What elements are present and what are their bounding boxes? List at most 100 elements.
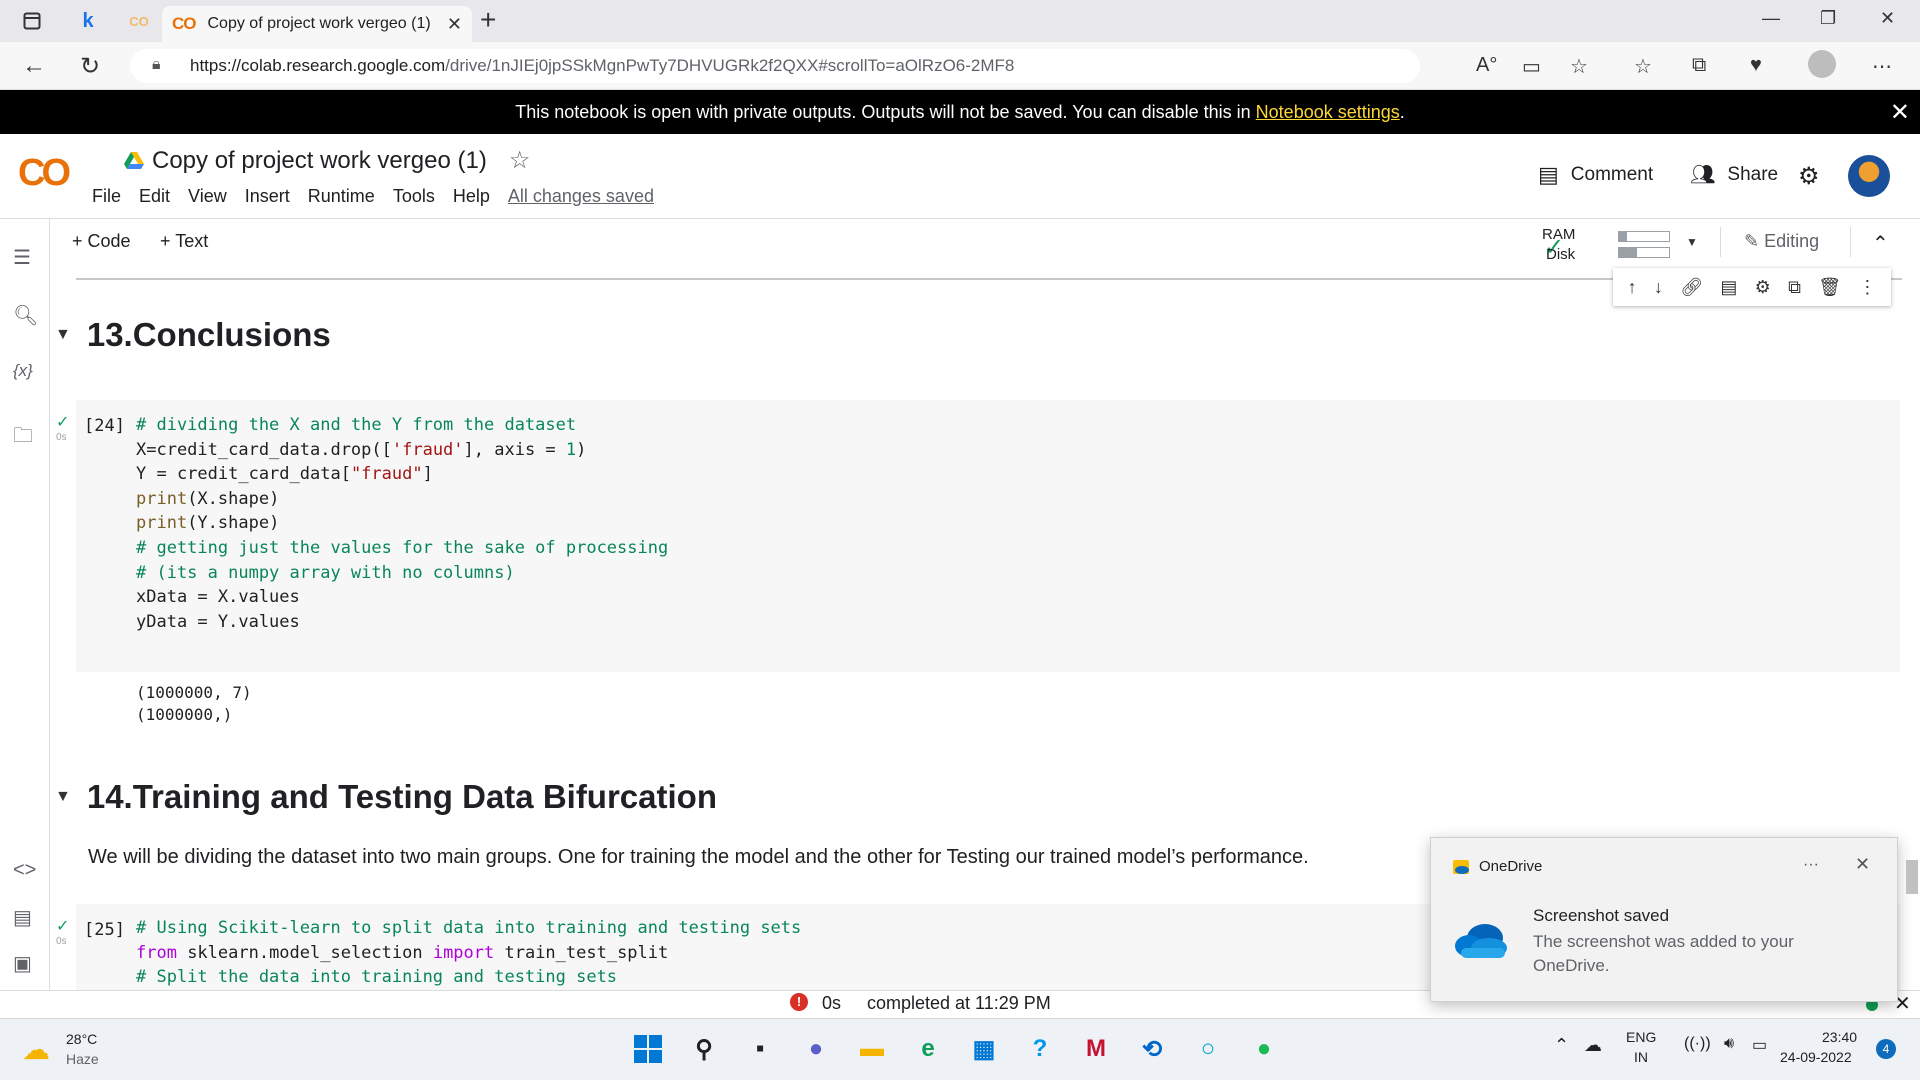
clock-date[interactable]: 24-09-2022 [1780, 1049, 1852, 1065]
more-options-icon[interactable]: ⋮ [1858, 277, 1876, 298]
immersive-reader-icon[interactable]: ▭ [1522, 54, 1541, 79]
menu-tools[interactable]: Tools [393, 186, 435, 207]
onedrive-tray-icon[interactable]: ☁ [1584, 1035, 1602, 1056]
pinned-tab-colab[interactable]: CO [124, 6, 154, 36]
microsoft-store-icon[interactable]: ▦ [966, 1031, 1002, 1067]
editing-mode-button[interactable]: ✎ Editing [1744, 231, 1819, 252]
weather-haze-icon[interactable]: ☁ [22, 1033, 50, 1066]
browser-essentials-icon[interactable]: ♥ [1750, 54, 1762, 77]
notebook-title[interactable]: Copy of project work vergeo (1) ☆ [124, 146, 530, 175]
file-explorer-icon[interactable]: ▬ [854, 1031, 890, 1067]
restore-icon[interactable]: ❐ [1820, 8, 1836, 29]
menu-runtime[interactable]: Runtime [308, 186, 375, 207]
search-taskbar-icon[interactable]: ⚲ [686, 1031, 722, 1067]
tips-app-icon[interactable]: ? [1022, 1031, 1058, 1067]
files-folder-icon[interactable]: 🗀 [13, 421, 33, 455]
edge-browser-icon[interactable]: e [910, 1031, 946, 1067]
share-button[interactable]: 👥︎ Share [1690, 162, 1778, 187]
move-down-icon[interactable]: ↓ [1654, 277, 1663, 298]
link-icon[interactable]: 🔗︎ [1680, 277, 1703, 298]
move-up-icon[interactable]: ↑ [1628, 277, 1637, 298]
notebook-scrollbar-thumb[interactable] [1906, 860, 1918, 894]
variables-icon[interactable]: {x} [13, 361, 33, 381]
tab-actions-icon[interactable] [18, 6, 46, 36]
settings-gear-icon[interactable]: ⚙ [1798, 162, 1820, 191]
resource-monitor[interactable]: RAM Disk [1542, 225, 1575, 265]
notebook-settings-link[interactable]: Notebook settings [1256, 102, 1400, 123]
toast-close-icon[interactable]: ✕ [1855, 854, 1870, 875]
weather-condition[interactable]: Haze [66, 1051, 99, 1067]
window-close-icon[interactable]: ✕ [1880, 8, 1895, 29]
onedrive-notification[interactable]: OneDrive ··· ✕ Screenshot saved The scre… [1430, 837, 1898, 1002]
comment-cell-icon[interactable]: ▤ [1720, 277, 1737, 298]
cell-24-code[interactable]: # dividing the X and the Y from the data… [136, 413, 668, 634]
runtime-dropdown-icon[interactable]: ▼ [1686, 235, 1698, 249]
collapse-caret-icon[interactable]: ▼ [55, 788, 71, 806]
quick-assist-icon[interactable]: ⟲ [1134, 1031, 1170, 1067]
tab-close-icon[interactable]: ✕ [447, 14, 462, 35]
terminal-icon[interactable]: ▣ [13, 951, 32, 976]
read-aloud-icon[interactable]: A° [1476, 54, 1497, 77]
teams-chat-icon[interactable]: ● [798, 1031, 834, 1067]
url-field[interactable]: 🔒︎ https://colab.research.google.com/dri… [130, 49, 1420, 83]
battery-icon[interactable]: ▭ [1752, 1035, 1767, 1055]
menu-file[interactable]: File [92, 186, 121, 207]
cortana-app-icon[interactable]: ○ [1190, 1031, 1226, 1067]
language-code[interactable]: ENG [1626, 1029, 1656, 1045]
delete-icon[interactable]: 🗑︎ [1818, 277, 1841, 298]
mirror-cell-icon[interactable]: ⧉ [1788, 277, 1801, 298]
refresh-icon[interactable]: ↻ [80, 52, 100, 81]
volume-icon[interactable]: 🔊︎ [1724, 1035, 1734, 1053]
table-of-contents-icon[interactable]: ☰ [13, 245, 31, 270]
add-code-button[interactable]: + Code [72, 231, 131, 252]
cell-settings-icon[interactable]: ⚙ [1755, 277, 1771, 298]
run-success-check-icon[interactable]: ✓ [56, 412, 69, 432]
code-snippets-icon[interactable]: <> [13, 859, 36, 882]
task-view-icon[interactable]: ▪ [742, 1031, 778, 1067]
banner-suffix: . [1399, 101, 1405, 122]
private-outputs-banner: This notebook is open with private outpu… [0, 90, 1920, 134]
menu-edit[interactable]: Edit [139, 186, 170, 207]
new-tab-icon[interactable]: + [480, 4, 496, 36]
favorites-icon[interactable]: ☆ [1634, 54, 1652, 79]
add-text-button[interactable]: + Text [160, 231, 208, 252]
menu-view[interactable]: View [188, 186, 227, 207]
mcafee-icon[interactable]: M [1078, 1031, 1114, 1067]
user-avatar[interactable] [1848, 155, 1890, 197]
menu-help[interactable]: Help [453, 186, 490, 207]
star-icon[interactable]: ☆ [509, 146, 531, 175]
colab-logo[interactable]: CO [18, 152, 71, 195]
notification-count-badge[interactable]: 4 [1876, 1039, 1896, 1059]
windows-start-icon[interactable] [630, 1031, 666, 1067]
add-favorite-icon[interactable]: ☆ [1570, 54, 1588, 79]
more-menu-icon[interactable]: ⋯ [1872, 54, 1892, 79]
command-palette-icon[interactable]: ▤ [13, 905, 32, 930]
error-icon[interactable]: ! [790, 993, 808, 1011]
cell-25-code[interactable]: # Using Scikit-learn to split data into … [136, 916, 801, 990]
code-line: X=credit_card_data.drop(['fraud'], axis … [136, 439, 587, 460]
wifi-icon[interactable]: ((·)) [1684, 1035, 1711, 1053]
show-hidden-icons-chevron-icon[interactable]: ⌃ [1554, 1035, 1569, 1056]
active-tab[interactable]: CO Copy of project work vergeo (1) ✕ [162, 6, 472, 42]
run-success-check-icon[interactable]: ✓ [56, 916, 69, 936]
clock-time[interactable]: 23:40 [1822, 1029, 1857, 1045]
output-line: (1000000,) [136, 705, 233, 724]
spotify-icon[interactable]: ● [1246, 1031, 1282, 1067]
pinned-tab-k[interactable]: k [74, 6, 102, 36]
toast-more-icon[interactable]: ··· [1803, 856, 1819, 874]
save-status[interactable]: All changes saved [508, 186, 654, 207]
toast-title: Screenshot saved [1533, 906, 1670, 925]
cell-toolbar: ↑ ↓ 🔗︎ ▤ ⚙ ⧉ 🗑︎ ⋮ [1613, 268, 1891, 306]
menu-insert[interactable]: Insert [245, 186, 290, 207]
minimize-icon[interactable]: — [1762, 8, 1780, 29]
search-icon[interactable]: 🔍︎ [13, 303, 38, 328]
banner-close-icon[interactable]: ✕ [1890, 98, 1910, 127]
collapse-header-icon[interactable]: ⌃ [1872, 231, 1889, 256]
collapse-caret-icon[interactable]: ▼ [55, 326, 71, 344]
profile-icon[interactable] [1808, 50, 1836, 78]
language-region[interactable]: IN [1634, 1049, 1648, 1065]
weather-temp[interactable]: 28°C [66, 1031, 97, 1047]
comment-button[interactable]: ▤ Comment [1538, 162, 1653, 188]
back-arrow-icon[interactable]: ← [22, 52, 46, 80]
collections-icon[interactable]: ⧉ [1692, 54, 1706, 77]
